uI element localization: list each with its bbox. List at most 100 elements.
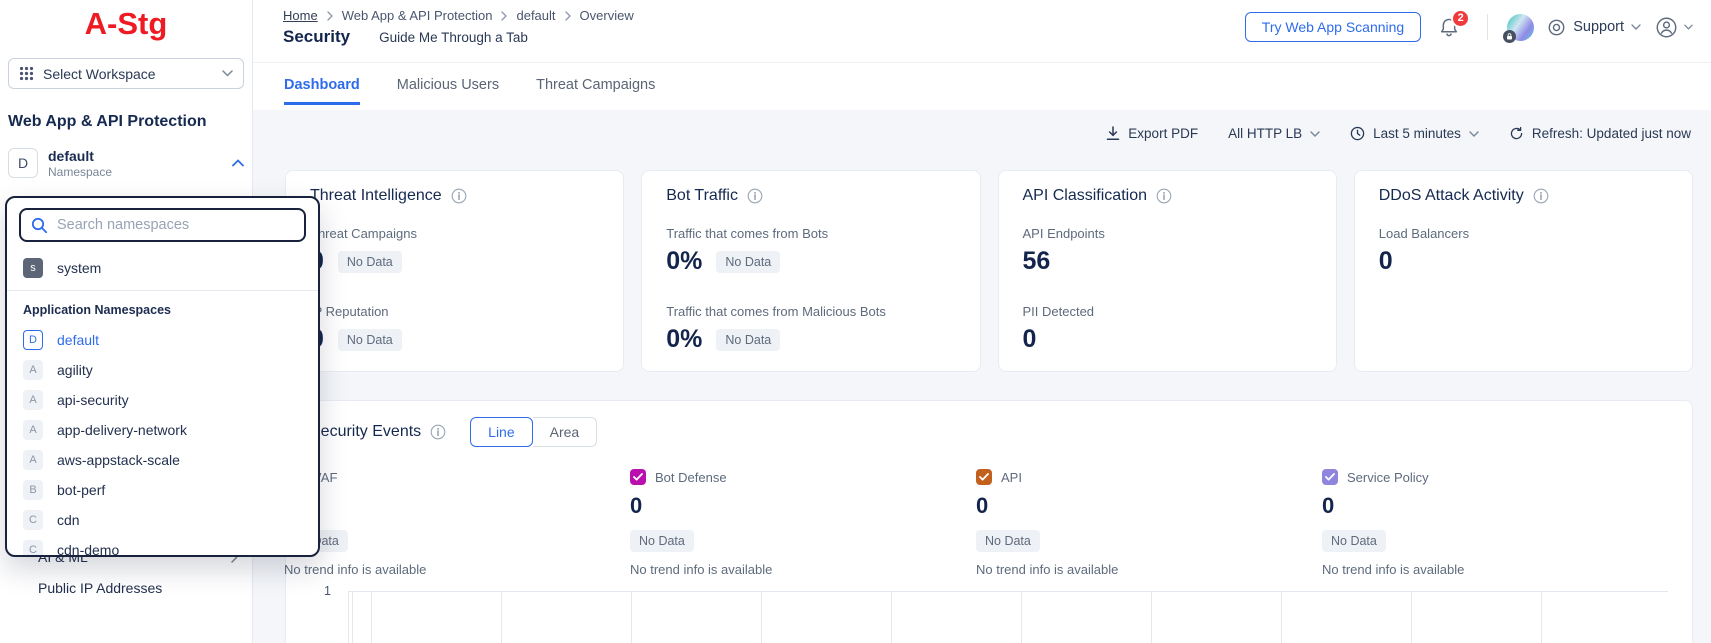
tab-malicious-users[interactable]: Malicious Users: [397, 77, 499, 105]
sidebar-item-public-ip-addresses[interactable]: Public IP Addresses: [38, 580, 238, 596]
search-input[interactable]: [57, 217, 294, 233]
metric-label: Load Balancers: [1379, 226, 1668, 241]
chevron-down-icon: [222, 70, 233, 77]
metric-label: Threat Campaigns: [310, 226, 599, 241]
namespace-option-label: bot-perf: [57, 482, 105, 498]
bot-defense-checkbox[interactable]: [630, 469, 646, 485]
namespace-option-default[interactable]: D default: [7, 325, 318, 355]
namespace-option-aws-appstack-scale[interactable]: A aws-appstack-scale: [7, 445, 318, 475]
card-title: Bot Traffic: [666, 187, 738, 205]
no-data-badge: No Data: [338, 329, 402, 351]
namespace-option-label: system: [57, 260, 101, 276]
grid-icon: [19, 66, 34, 81]
export-pdf-label: Export PDF: [1128, 126, 1198, 141]
security-events-title: Security Events: [310, 423, 421, 441]
clock-icon: [1350, 126, 1365, 141]
metric-value: 56: [1023, 247, 1051, 276]
legend-value: 0: [1322, 493, 1668, 519]
security-events-legend: WAF 0 No Data No trend info is available…: [284, 469, 1668, 577]
legend-label: Service Policy: [1347, 470, 1429, 485]
workspace-selector[interactable]: Select Workspace: [8, 58, 244, 89]
legend-item-api: API 0 No Data No trend info is available: [976, 469, 1322, 577]
chevron-right-icon: [327, 11, 333, 21]
namespace-option-bot-perf[interactable]: B bot-perf: [7, 475, 318, 505]
namespace-selector[interactable]: D default Namespace: [8, 148, 244, 179]
namespace-option-badge: s: [23, 258, 43, 278]
tab-dashboard[interactable]: Dashboard: [284, 77, 360, 105]
check-icon: [979, 473, 989, 481]
no-data-badge: No Data: [976, 530, 1040, 552]
legend-note: No trend info is available: [1322, 562, 1668, 577]
dropdown-group-header: Application Namespaces: [7, 297, 318, 325]
api-checkbox[interactable]: [976, 469, 992, 485]
y-axis-tick: 1: [324, 584, 331, 598]
threat-intelligence-card: Threat Intelligence Threat Campaigns 0 N…: [285, 170, 624, 372]
sidebar-section-title: Web App & API Protection: [8, 113, 244, 131]
namespace-option-label: app-delivery-network: [57, 422, 187, 438]
namespace-option-badge: B: [23, 480, 43, 500]
try-web-app-scanning-button[interactable]: Try Web App Scanning: [1245, 12, 1421, 42]
legend-label: API: [1001, 470, 1022, 485]
legend-value: 0: [630, 493, 976, 519]
export-pdf-button[interactable]: Export PDF: [1106, 126, 1198, 141]
namespace-option-label: cdn-demo: [57, 542, 119, 557]
summary-cards-row: Threat Intelligence Threat Campaigns 0 N…: [285, 170, 1693, 372]
namespace-option-badge: C: [23, 510, 43, 530]
namespace-option-label: aws-appstack-scale: [57, 452, 180, 468]
area-toggle-button[interactable]: Area: [533, 417, 598, 447]
no-data-badge: No Data: [716, 251, 780, 273]
account-menu[interactable]: [1654, 15, 1693, 40]
info-icon[interactable]: [451, 188, 467, 204]
divider: [1487, 14, 1488, 40]
legend-value: 0: [284, 493, 630, 519]
namespace-option-cdn[interactable]: C cdn: [7, 505, 318, 535]
namespace-option-api-security[interactable]: A api-security: [7, 385, 318, 415]
time-range-dropdown[interactable]: Last 5 minutes: [1350, 126, 1479, 141]
metric-label: PII Detected: [1023, 304, 1312, 319]
chevron-right-icon: [501, 11, 507, 21]
breadcrumb: Home Web App & API Protection default Ov…: [283, 8, 634, 23]
tab-threat-campaigns[interactable]: Threat Campaigns: [536, 77, 655, 105]
breadcrumb-item[interactable]: Web App & API Protection: [342, 8, 493, 23]
chevron-down-icon: [1469, 131, 1479, 137]
namespace-option-system[interactable]: s system: [7, 254, 318, 282]
namespace-option-cdn-demo[interactable]: C cdn-demo: [7, 535, 318, 557]
namespace-option-app-delivery-network[interactable]: A app-delivery-network: [7, 415, 318, 445]
breadcrumb-item[interactable]: default: [516, 8, 555, 23]
no-data-badge: No Data: [630, 530, 694, 552]
tenant-avatar[interactable]: [1507, 14, 1534, 41]
namespace-option-agility[interactable]: A agility: [7, 355, 318, 385]
info-icon[interactable]: [1533, 188, 1549, 204]
legend-label: Bot Defense: [655, 470, 727, 485]
breadcrumb-item[interactable]: Overview: [580, 8, 634, 23]
namespace-dropdown-panel: s system Application Namespaces D defaul…: [5, 196, 320, 557]
support-menu[interactable]: Support: [1547, 18, 1641, 37]
breadcrumb-home[interactable]: Home: [283, 8, 318, 23]
lb-filter-dropdown[interactable]: All HTTP LB: [1228, 126, 1320, 141]
service-policy-checkbox[interactable]: [1322, 469, 1338, 485]
info-icon[interactable]: [1156, 188, 1172, 204]
namespace-badge: D: [8, 148, 38, 178]
refresh-button[interactable]: Refresh: Updated just now: [1509, 126, 1691, 141]
info-icon[interactable]: [747, 188, 763, 204]
refresh-label: Refresh: Updated just now: [1532, 126, 1691, 141]
notifications-button[interactable]: 2: [1438, 16, 1460, 39]
legend-note: No trend info is available: [630, 562, 976, 577]
top-header: Home Web App & API Protection default Ov…: [253, 0, 1711, 110]
namespace-name: default: [48, 148, 112, 165]
card-title: Threat Intelligence: [310, 187, 442, 205]
info-icon[interactable]: [430, 424, 446, 440]
ddos-attack-activity-card: DDoS Attack Activity Load Balancers 0: [1354, 170, 1693, 372]
line-toggle-button[interactable]: Line: [470, 417, 532, 447]
namespace-search[interactable]: [19, 208, 306, 242]
chevron-up-icon: [232, 159, 244, 167]
divider: [7, 290, 318, 291]
legend-note: No trend info is available: [284, 562, 630, 577]
guide-me-link[interactable]: Guide Me Through a Tab: [379, 30, 528, 45]
security-events-chart: 1: [310, 591, 1668, 643]
legend-item-service-policy: Service Policy 0 No Data No trend info i…: [1322, 469, 1668, 577]
namespace-option-badge: A: [23, 390, 43, 410]
metric-value: 0: [1379, 247, 1393, 276]
namespace-option-label: cdn: [57, 512, 80, 528]
namespace-option-badge: A: [23, 360, 43, 380]
